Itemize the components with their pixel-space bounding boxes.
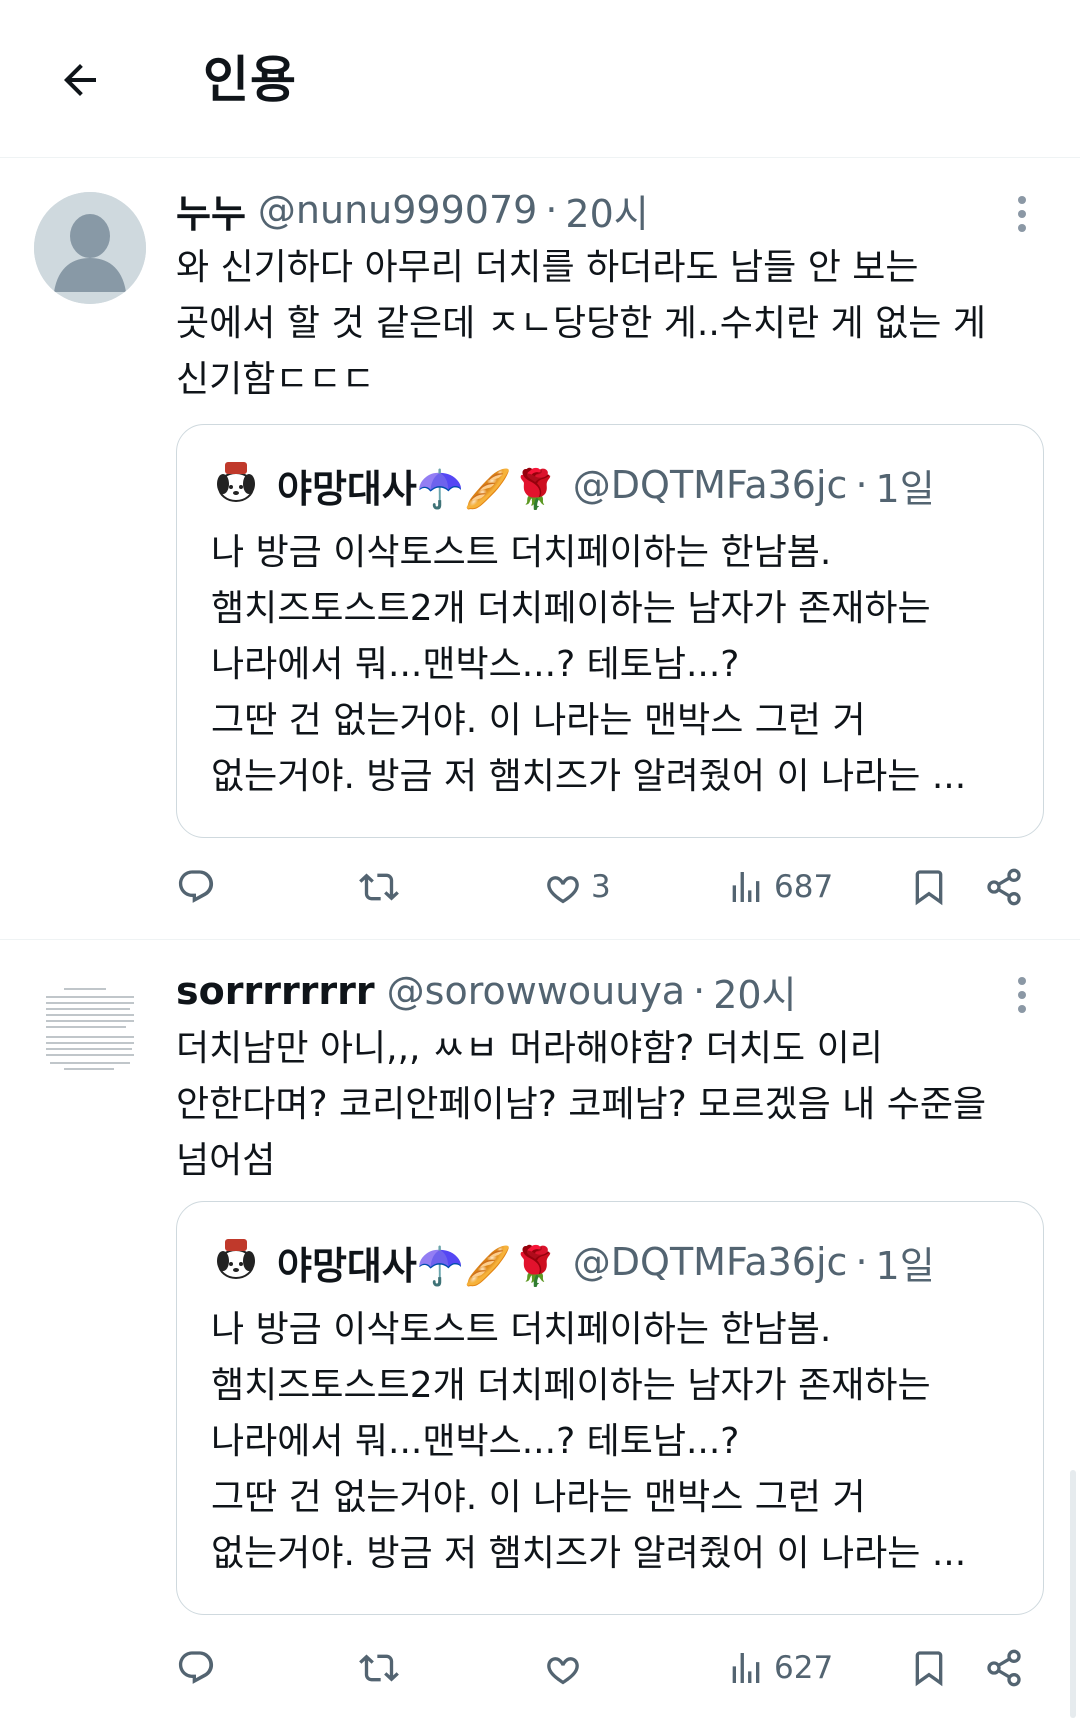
retweet-icon	[359, 1648, 399, 1688]
display-name[interactable]: 누누	[176, 183, 246, 238]
quoted-timestamp: 1일	[875, 466, 935, 511]
timestamp[interactable]: 20시	[713, 964, 796, 1019]
more-vertical-icon	[1016, 975, 1028, 1019]
user-handle[interactable]: @nunu999079	[258, 188, 537, 232]
dog-avatar-icon	[209, 1231, 263, 1294]
tweet-actions: 3 687	[176, 857, 1036, 917]
timestamp[interactable]: 20시	[565, 183, 648, 238]
heart-icon	[543, 1648, 583, 1688]
separator-dot: ·	[855, 463, 868, 507]
analytics-icon	[726, 867, 766, 907]
user-handle[interactable]: @sorowwouuya	[387, 969, 685, 1013]
like-button[interactable]	[543, 1638, 591, 1698]
display-name[interactable]: sorrrrrrrr	[176, 969, 375, 1013]
bookmark-button[interactable]	[909, 1638, 949, 1698]
avatar[interactable]	[34, 192, 146, 304]
quoted-user-handle: @DQTMFa36jc	[572, 1240, 848, 1284]
views-button[interactable]: 627	[726, 1638, 833, 1698]
tweet[interactable]: sorrrrrrrr @sorowwouuya · 20시 더치남만 아니,,,…	[0, 941, 1080, 1718]
retweet-button[interactable]	[359, 1638, 399, 1698]
avatar[interactable]	[34, 973, 146, 1085]
view-count: 627	[774, 1650, 834, 1686]
like-button[interactable]: 3	[543, 857, 611, 917]
more-options-button[interactable]	[1000, 969, 1044, 1025]
arrow-left-icon	[56, 56, 104, 108]
more-options-button[interactable]	[1000, 188, 1044, 244]
back-button[interactable]	[48, 50, 112, 114]
text-document-avatar-icon	[34, 973, 146, 1089]
bookmark-icon	[909, 1648, 949, 1688]
default-user-icon	[34, 192, 146, 304]
share-button[interactable]	[984, 1638, 1024, 1698]
tweet[interactable]: 누누 @nunu999079 · 20시 와 신기하다 아무리 더치를 하더라도…	[0, 160, 1080, 940]
share-icon	[984, 1648, 1024, 1688]
quoted-tweet-header: 야망대사☂️🥖🌹 @DQTMFa36jc · 1일	[209, 1232, 935, 1292]
view-count: 687	[774, 869, 834, 905]
bookmark-icon	[909, 867, 949, 907]
quoted-display-name: 야망대사☂️🥖🌹	[277, 1243, 559, 1288]
separator-dot: ·	[855, 1240, 868, 1284]
share-icon	[984, 867, 1024, 907]
bookmark-button[interactable]	[909, 857, 949, 917]
scrollbar-thumb[interactable]	[1070, 1470, 1076, 1718]
quoted-tweet-text: 나 방금 이삭토스트 더치페이하는 한남봄. 햄치즈토스트2개 더치페이하는 남…	[211, 1309, 967, 1574]
like-count: 3	[591, 869, 611, 905]
tweet-header: sorrrrrrrr @sorowwouuya · 20시	[176, 963, 797, 1019]
tweet-header: 누누 @nunu999079 · 20시	[176, 182, 649, 238]
reply-button[interactable]	[176, 1638, 216, 1698]
quoted-user-handle: @DQTMFa36jc	[572, 463, 848, 507]
heart-icon	[543, 867, 583, 907]
separator-dot: ·	[545, 188, 558, 232]
quoted-display-name: 야망대사☂️🥖🌹	[277, 466, 559, 511]
quoted-avatar	[209, 458, 263, 512]
tweet-text: 와 신기하다 아무리 더치를 하더라도 남들 안 보는 곳에서 할 것 같은데 …	[176, 247, 986, 400]
share-button[interactable]	[984, 857, 1024, 917]
quoted-tweet-card[interactable]: 야망대사☂️🥖🌹 @DQTMFa36jc · 1일 나 방금 이삭토스트 더치페…	[176, 1201, 1044, 1615]
retweet-button[interactable]	[359, 857, 399, 917]
dog-avatar-icon	[209, 454, 263, 517]
views-button[interactable]: 687	[726, 857, 833, 917]
tweet-actions: 627	[176, 1638, 1036, 1698]
reply-button[interactable]	[176, 857, 216, 917]
quoted-tweet-header: 야망대사☂️🥖🌹 @DQTMFa36jc · 1일	[209, 455, 935, 515]
quoted-tweet-text: 나 방금 이삭토스트 더치페이하는 한남봄. 햄치즈토스트2개 더치페이하는 남…	[211, 532, 967, 797]
tweet-text: 더치남만 아니,,, ㅆㅂ 머라해야함? 더치도 이리 안한다며? 코리안페이남…	[176, 1028, 987, 1181]
top-bar: 인용	[0, 0, 1080, 158]
more-vertical-icon	[1016, 194, 1028, 238]
reply-icon	[176, 1648, 216, 1688]
quoted-timestamp: 1일	[875, 1243, 935, 1288]
quoted-tweet-card[interactable]: 야망대사☂️🥖🌹 @DQTMFa36jc · 1일 나 방금 이삭토스트 더치페…	[176, 424, 1044, 838]
analytics-icon	[726, 1648, 766, 1688]
page-title: 인용	[203, 51, 297, 109]
reply-icon	[176, 867, 216, 907]
retweet-icon	[359, 867, 399, 907]
separator-dot: ·	[693, 969, 706, 1013]
quoted-avatar	[209, 1235, 263, 1289]
